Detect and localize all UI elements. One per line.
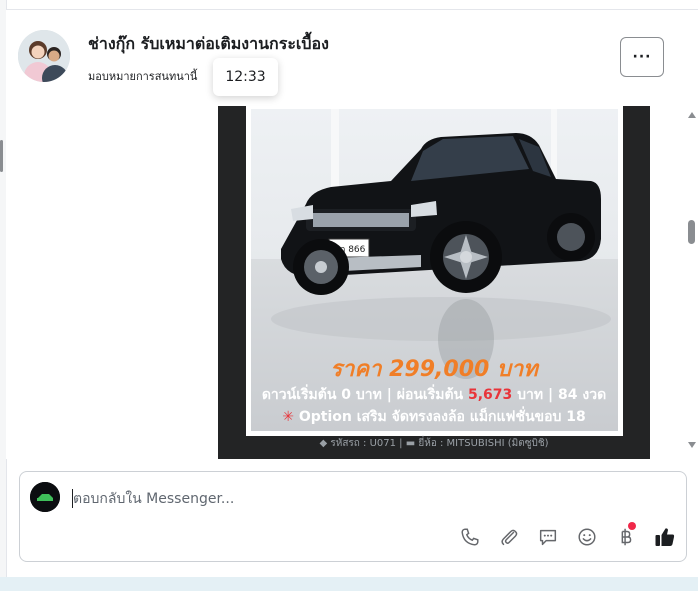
- emoji-button[interactable]: [567, 524, 606, 550]
- price-text: ราคา 299,000 บาท: [330, 357, 538, 382]
- bottom-bar: [0, 577, 698, 591]
- saved-replies-button[interactable]: [528, 524, 567, 550]
- payment-button[interactable]: [606, 522, 645, 550]
- option-text: Option เสริม จัดทรงลงล้อ แม็กแฟชั่นขอบ 1…: [293, 409, 586, 425]
- installment-amount: 5,673: [468, 387, 513, 403]
- messenger-conversation-panel: ช่างกุ๊ก รับเหมาต่อเติมงานกระเบื้อง มอบห…: [0, 0, 698, 591]
- reply-input[interactable]: [73, 488, 633, 510]
- attach-button[interactable]: [489, 524, 528, 550]
- thread-scrollbar[interactable]: [686, 106, 698, 459]
- car-code: รหัสรถ : U071: [330, 438, 396, 449]
- page-avatar: [30, 482, 60, 512]
- tag-icon: ◆: [319, 438, 328, 449]
- scroll-down-arrow-icon[interactable]: [688, 442, 696, 448]
- more-options-button[interactable]: ···: [620, 37, 664, 77]
- contact-name[interactable]: ช่างกุ๊ก รับเหมาต่อเติมงานกระเบื้อง: [88, 32, 329, 57]
- phone-icon: [460, 528, 479, 546]
- message-composer: [19, 471, 687, 562]
- car-icon: ▬: [405, 438, 416, 449]
- call-button[interactable]: [450, 524, 489, 550]
- chat-bubble-icon: [539, 529, 556, 546]
- like-button[interactable]: [645, 524, 684, 550]
- composer-toolbar: [450, 522, 684, 550]
- option-line: ✳ Option เสริม จัดทรงลงล้อ แม็กแฟชั่นขอบ…: [218, 406, 650, 428]
- resize-handle[interactable]: [0, 140, 3, 172]
- smiley-icon: [577, 528, 596, 546]
- assign-conversation-link[interactable]: มอบหมายการสนทนานี้: [88, 67, 197, 85]
- scroll-thumb[interactable]: [688, 220, 695, 244]
- thumbs-up-icon: [655, 528, 674, 546]
- down-payment-text: ดาวน์เริ่มต้น 0 บาท | ผ่อนเริ่มต้น: [261, 387, 468, 403]
- notification-dot: [628, 522, 636, 530]
- car-brand: ยี่ห้อ : MITSUBISHI (มิตซูบิชิ): [418, 438, 549, 449]
- timestamp-tooltip: 12:33: [213, 58, 278, 96]
- scroll-up-arrow-icon[interactable]: [688, 112, 696, 118]
- asterisk-icon: ✳: [282, 409, 294, 425]
- installment-suffix: บาท | 84 งวด: [512, 387, 607, 403]
- car-meta-line: ◆ รหัสรถ : U071 | ▬ ยี่ห้อ : MITSUBISHI …: [319, 438, 549, 449]
- paperclip-icon: [500, 529, 517, 546]
- message-thread: ฆฎ 866 ราคา 299,000 บาท ดาวน์เริ่มต้น 0 …: [6, 106, 686, 459]
- conversation-header: ช่างกุ๊ก รับเหมาต่อเติมงานกระเบื้อง มอบห…: [6, 9, 698, 107]
- more-icon: ···: [632, 49, 652, 65]
- contact-avatar[interactable]: [18, 30, 70, 82]
- payment-line: ดาวน์เริ่มต้น 0 บาท | ผ่อนเริ่มต้น 5,673…: [218, 384, 650, 406]
